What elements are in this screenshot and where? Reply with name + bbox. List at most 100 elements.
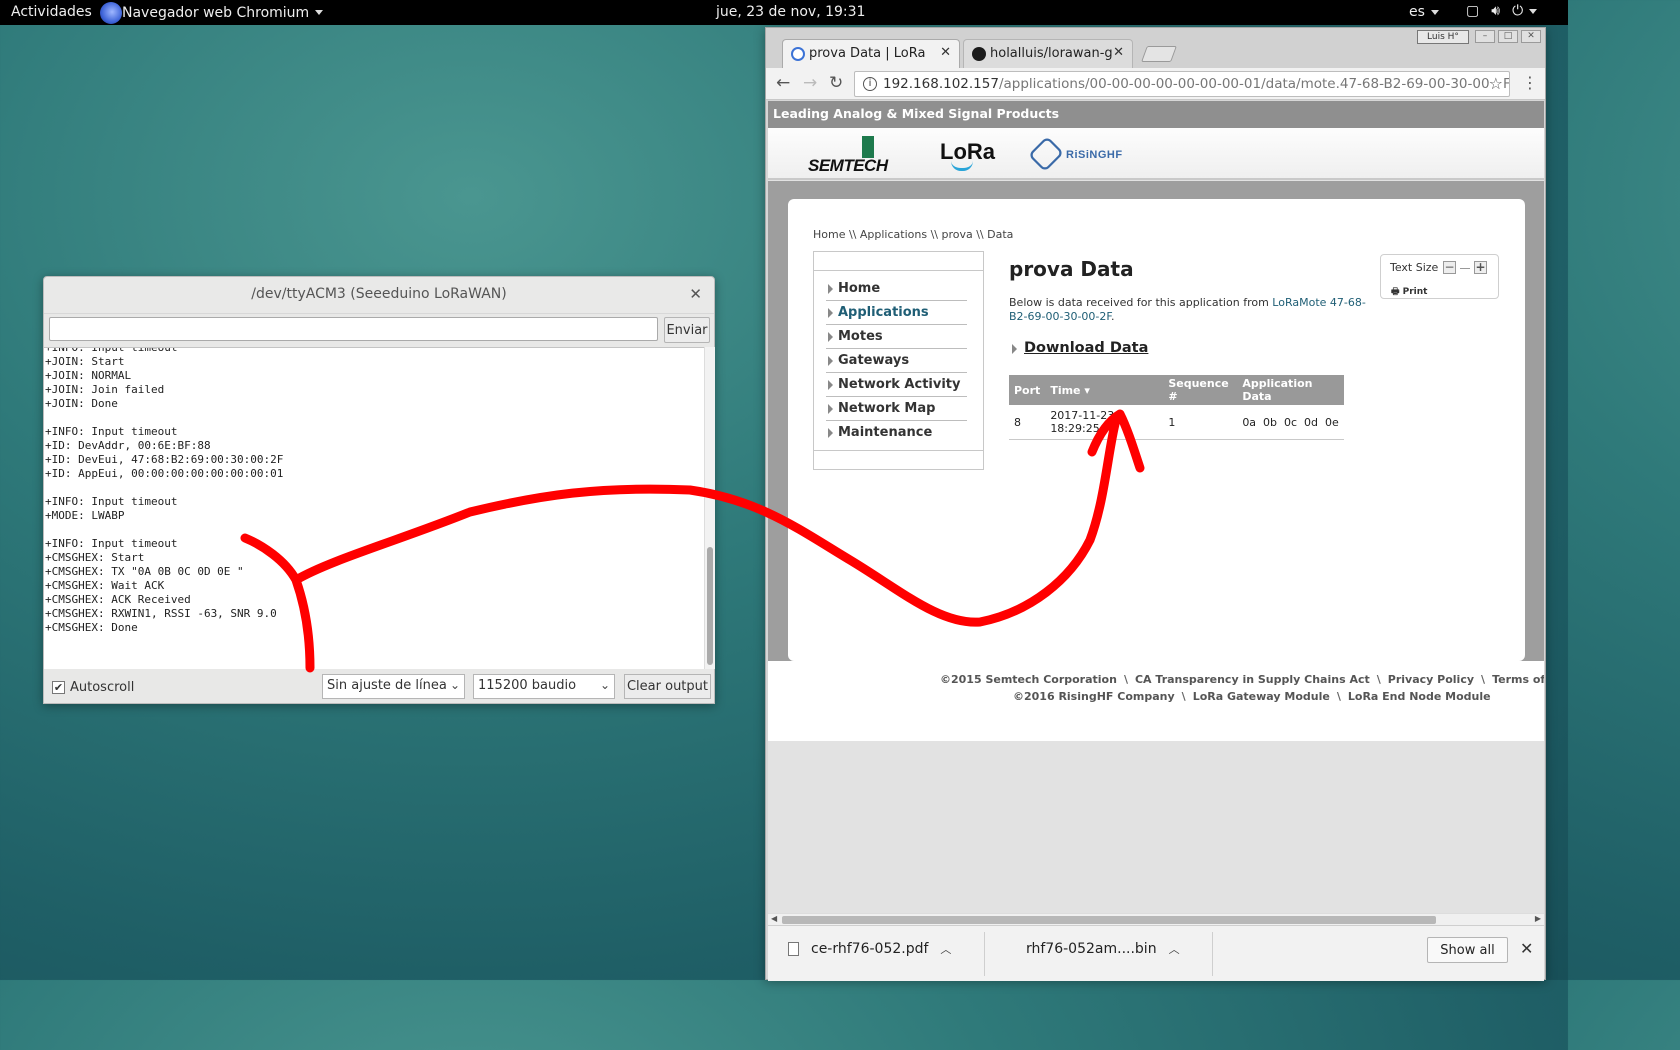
- download-data-link[interactable]: Download Data: [1012, 340, 1148, 356]
- forward-icon[interactable]: →: [803, 73, 817, 93]
- footer-link-semtech[interactable]: ©2015 Semtech Corporation: [940, 673, 1117, 686]
- autoscroll-checkbox[interactable]: ✔ Autoscroll: [52, 680, 134, 695]
- maximize-icon[interactable]: □: [1498, 30, 1518, 43]
- tab-label: holalluis/lorawan-gw: [990, 46, 1124, 61]
- browser-menu-icon[interactable]: ⋮: [1522, 73, 1538, 92]
- scroll-left-icon[interactable]: ◀: [771, 914, 777, 923]
- cell-port: 8: [1009, 405, 1046, 440]
- download-item[interactable]: rhf76-052am....bin ︿: [1026, 941, 1180, 957]
- nav-item-motes[interactable]: Motes: [826, 325, 967, 349]
- close-icon[interactable]: ✕: [689, 285, 702, 303]
- new-tab-button[interactable]: [1141, 46, 1177, 62]
- footer-link-privacy[interactable]: Privacy Policy: [1388, 673, 1474, 686]
- reload-icon[interactable]: ↻: [829, 73, 843, 93]
- semtech-logo-mark: [862, 136, 874, 158]
- table-row: 8 2017-11-23 18:29:25 1 0a 0b 0c 0d 0e: [1009, 405, 1344, 440]
- footer-link-terms[interactable]: Terms of Use: [1492, 673, 1544, 686]
- chevron-up-icon[interactable]: ︿: [1169, 941, 1180, 957]
- line-ending-select[interactable]: Sin ajuste de línea ⌄: [322, 674, 465, 699]
- scrollbar-thumb[interactable]: [782, 916, 1436, 924]
- horizontal-scrollbar[interactable]: ◀ ▶: [768, 913, 1544, 925]
- scrollbar-thumb[interactable]: [707, 547, 713, 665]
- arrow-right-icon: [828, 404, 833, 414]
- minimize-icon[interactable]: –: [1475, 30, 1495, 43]
- language-menu[interactable]: es: [1409, 4, 1439, 20]
- nav-item-applications[interactable]: Applications: [826, 301, 967, 325]
- nav-label: Network Map: [838, 401, 936, 416]
- serial-monitor-window: /dev/ttyACM3 (Seeeduino LoRaWAN) ✕ Envia…: [43, 276, 715, 704]
- tab-strip: prova Data | LoRa ✕ holalluis/lorawan-gw…: [766, 28, 1545, 68]
- autoscroll-label: Autoscroll: [70, 680, 135, 695]
- close-icon[interactable]: ✕: [1520, 939, 1533, 958]
- close-window-icon[interactable]: ✕: [1521, 30, 1541, 43]
- serial-scrollbar[interactable]: [704, 347, 715, 669]
- bookmark-star-icon[interactable]: ☆: [1488, 74, 1503, 93]
- tab-github[interactable]: holalluis/lorawan-gw ✕: [963, 39, 1133, 68]
- footer-link-gateway-module[interactable]: LoRa Gateway Module: [1193, 690, 1330, 703]
- breadcrumb[interactable]: Home \\ Applications \\ prova \\ Data: [813, 228, 1013, 241]
- send-button[interactable]: Enviar: [664, 317, 710, 343]
- text-size-decrease-button[interactable]: −: [1443, 261, 1456, 274]
- print-button[interactable]: 🖶︎ Print: [1391, 284, 1427, 300]
- browser-toolbar: ← → ↻ i 192.168.102.157/applications/00-…: [766, 68, 1545, 100]
- column-header-application-data[interactable]: Application Data: [1237, 375, 1344, 405]
- show-all-button[interactable]: Show all: [1427, 937, 1508, 963]
- page-top-strip: Leading Analog & Mixed Signal Products: [768, 101, 1544, 128]
- column-header-time[interactable]: Time ▾: [1045, 375, 1164, 405]
- language-label: es: [1409, 4, 1425, 20]
- semtech-logo[interactable]: SEMTECH: [808, 156, 888, 176]
- text-size-slider[interactable]: [1460, 268, 1470, 269]
- chevron-up-icon[interactable]: ︿: [940, 941, 951, 957]
- activities-button[interactable]: Actividades: [11, 4, 92, 20]
- close-tab-icon[interactable]: ✕: [1113, 45, 1124, 60]
- system-tray[interactable]: ▢ 🔊︎ ⏻: [1466, 3, 1538, 19]
- info-icon[interactable]: i: [863, 77, 877, 91]
- column-header-sequence[interactable]: Sequence #: [1163, 375, 1238, 405]
- nav-item-network-map[interactable]: Network Map: [826, 397, 967, 421]
- close-tab-icon[interactable]: ✕: [940, 45, 951, 60]
- profile-button[interactable]: Luis H°: [1417, 30, 1469, 44]
- serial-send-input[interactable]: [49, 317, 658, 341]
- print-label: Print: [1402, 287, 1428, 297]
- app-menu-label: Navegador web Chromium: [122, 4, 310, 21]
- power-icon: ⏻: [1512, 3, 1538, 19]
- footer-link-ca-transparency[interactable]: CA Transparency in Supply Chains Act: [1135, 673, 1370, 686]
- footer-line-2: ©2016 RisingHF Company \ LoRa Gateway Modu…: [1013, 690, 1491, 703]
- scroll-right-icon[interactable]: ▶: [1535, 914, 1541, 923]
- clear-output-button[interactable]: Clear output: [624, 674, 711, 699]
- url-host: 192.168.102.157: [883, 76, 999, 92]
- column-header-port[interactable]: Port: [1009, 375, 1046, 405]
- nav-item-maintenance[interactable]: Maintenance: [826, 421, 967, 445]
- risinghf-logo[interactable]: RiSiNGHF: [1066, 149, 1123, 161]
- footer-separator: \: [1123, 673, 1128, 686]
- text-size-increase-button[interactable]: +: [1474, 261, 1487, 274]
- baud-rate-select[interactable]: 115200 baudio ⌄: [473, 674, 615, 699]
- nav-label: Gateways: [838, 353, 910, 368]
- app-menu[interactable]: Navegador web Chromium: [100, 1, 324, 24]
- download-item[interactable]: ce-rhf76-052.pdf ︿: [788, 941, 951, 957]
- chevron-down-icon: [315, 10, 324, 15]
- cell-application-data: 0a 0b 0c 0d 0e: [1237, 405, 1344, 440]
- logo-bar: SEMTECH LoRa RiSiNGHF: [768, 128, 1544, 180]
- text-size-label: Text Size: [1390, 261, 1439, 274]
- side-nav: Home Applications Motes Gateways Network…: [813, 251, 984, 470]
- back-icon[interactable]: ←: [776, 73, 790, 93]
- nav-label: Motes: [838, 329, 883, 344]
- downloads-bar: ce-rhf76-052.pdf ︿ rhf76-052am....bin ︿ …: [768, 925, 1544, 981]
- address-bar[interactable]: i 192.168.102.157/applications/00-00-00-…: [854, 71, 1510, 97]
- page-viewport[interactable]: Leading Analog & Mixed Signal Products S…: [768, 101, 1544, 913]
- divider: [984, 932, 985, 976]
- serial-output[interactable]: +INFO: Input timeout +JOIN: Start +JOIN:…: [44, 347, 704, 669]
- footer-link-risinghf[interactable]: ©2016 RisingHF Company: [1013, 690, 1175, 703]
- clock[interactable]: jue, 23 de nov, 19:31: [716, 4, 865, 20]
- footer-link-end-node-module[interactable]: LoRa End Node Module: [1348, 690, 1491, 703]
- nav-item-network-activity[interactable]: Network Activity: [826, 373, 967, 397]
- nav-item-home[interactable]: Home: [826, 277, 967, 301]
- arrow-right-icon: [828, 356, 833, 366]
- nav-item-gateways[interactable]: Gateways: [826, 349, 967, 373]
- arrow-right-icon: [1012, 344, 1017, 354]
- serial-window-title: /dev/ttyACM3 (Seeeduino LoRaWAN): [251, 286, 507, 302]
- serial-titlebar[interactable]: /dev/ttyACM3 (Seeeduino LoRaWAN) ✕: [44, 277, 714, 314]
- nav-label: Network Activity: [838, 377, 961, 392]
- tab-prova-data[interactable]: prova Data | LoRa ✕: [782, 39, 960, 68]
